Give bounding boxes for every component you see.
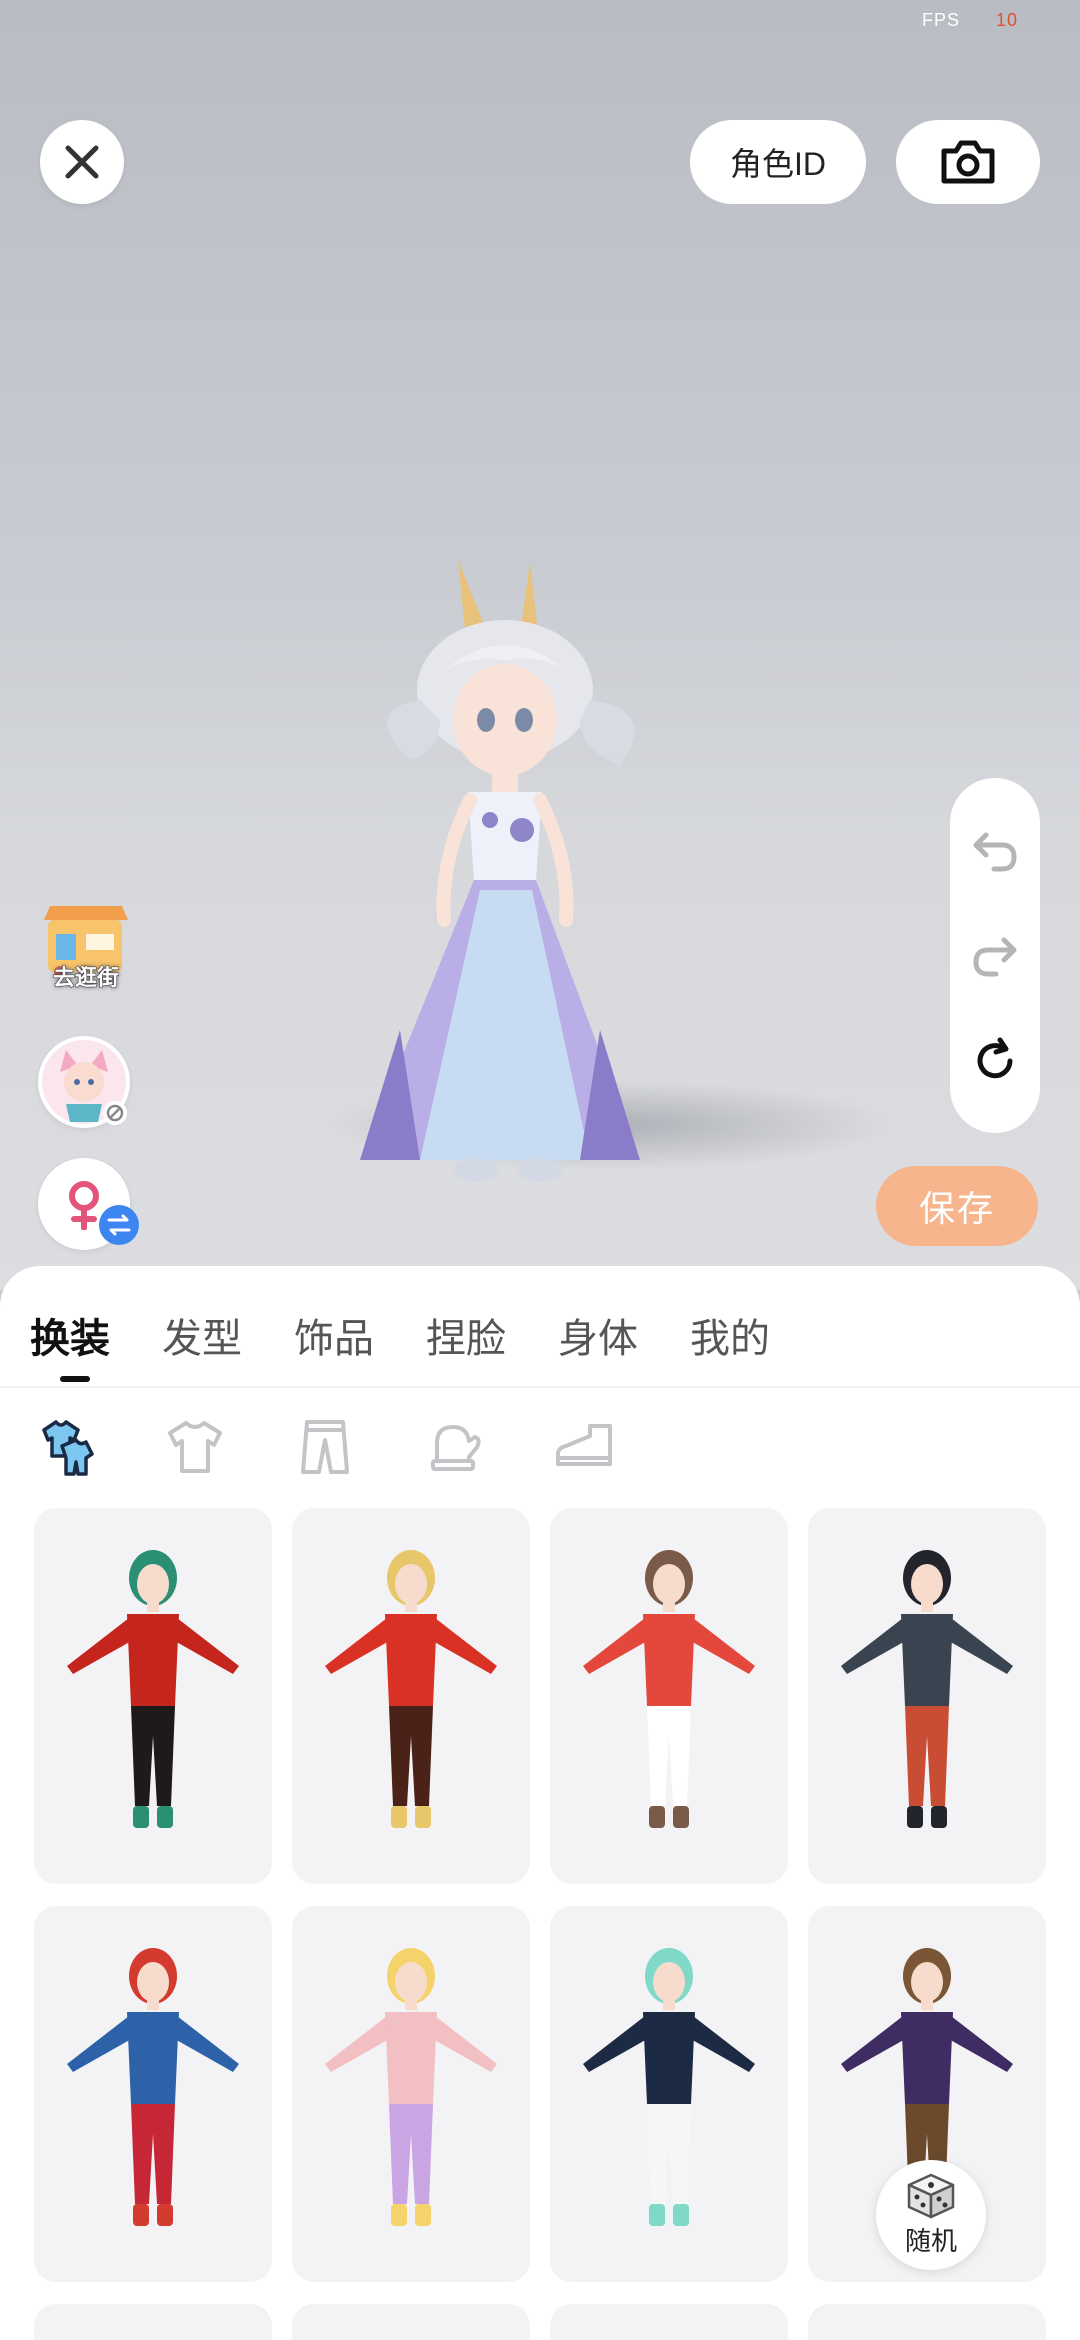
tab-accessories[interactable]: 饰品 — [294, 1306, 374, 1364]
outfit-card-blue-red-hero-outfit[interactable] — [34, 1906, 272, 2282]
tab-mine[interactable]: 我的 — [690, 1306, 770, 1364]
reset-icon — [977, 1037, 1013, 1078]
outfit-card-partial[interactable] — [34, 2304, 272, 2340]
go-shopping-label: 去逛街 — [52, 965, 119, 991]
subtab-full-outfit[interactable] — [34, 1416, 96, 1478]
top-icon — [168, 1421, 222, 1473]
outfit-figure — [67, 1948, 239, 2226]
save-button[interactable]: 保存 — [876, 1166, 1038, 1246]
fps-value: 10 — [995, 10, 1018, 30]
random-outfit-label: 随机 — [904, 2225, 957, 2256]
outfit-figure — [325, 1550, 497, 1828]
camera-icon — [941, 140, 995, 184]
full-outfit-icon — [42, 1420, 94, 1476]
avatar-character[interactable] — [340, 560, 700, 1190]
shoe-icon — [556, 1424, 612, 1466]
tabs-divider — [0, 1386, 1080, 1388]
outfit-grid-next-row — [34, 2304, 1046, 2340]
subtab-pants[interactable] — [294, 1416, 356, 1478]
outfit-figure — [325, 1948, 497, 2226]
outfit-subcategory-tabs — [34, 1416, 616, 1478]
outfit-card-partial[interactable] — [550, 2304, 788, 2340]
tab-face[interactable]: 捏脸 — [426, 1306, 506, 1364]
outfit-card-tracksuit-outfit[interactable] — [550, 1906, 788, 2282]
edit-history-bar — [950, 778, 1040, 1133]
redo-icon — [973, 937, 1017, 976]
category-tabs: 换装 发型 饰品 捏脸 身体 我的 — [30, 1306, 770, 1382]
tab-outfit[interactable]: 换装 — [30, 1306, 110, 1382]
gender-switch-button[interactable] — [38, 1158, 139, 1250]
outfit-card-black-leather-outfit[interactable] — [808, 1508, 1046, 1884]
dice-icon — [907, 2173, 955, 2218]
subtab-gloves[interactable] — [424, 1416, 486, 1478]
outfit-card-partial[interactable] — [808, 2304, 1046, 2340]
camera-button[interactable] — [896, 120, 1040, 204]
fps-counter: FPS 10 — [922, 10, 1018, 31]
tab-body[interactable]: 身体 — [558, 1306, 638, 1364]
outfit-figure — [67, 1550, 239, 1828]
role-id-button[interactable]: 角色ID — [690, 120, 866, 204]
hidden-badge-icon — [103, 1101, 127, 1125]
tab-hairstyle[interactable]: 发型 — [162, 1306, 242, 1364]
outfit-card-red-dress-outfit[interactable] — [292, 1508, 530, 1884]
close-icon — [65, 145, 99, 179]
go-shopping-button[interactable]: 去逛街 — [38, 900, 134, 1004]
undo-button[interactable] — [965, 821, 1025, 881]
subtab-top[interactable] — [164, 1416, 226, 1478]
reset-button[interactable] — [965, 1031, 1025, 1091]
close-button[interactable] — [40, 120, 124, 204]
outfit-card-red-sweater-outfit[interactable] — [550, 1508, 788, 1884]
random-outfit-button[interactable]: 随机 — [876, 2160, 986, 2270]
outfit-figure — [583, 1948, 755, 2226]
pants-icon — [301, 1420, 349, 1474]
undo-icon — [973, 832, 1017, 871]
fps-label: FPS — [921, 10, 960, 30]
character-avatar-button[interactable] — [38, 1036, 130, 1128]
outfit-grid — [34, 1508, 1046, 2282]
avatar-preview-stage[interactable]: FPS 10 角色ID 去逛街 保存 — [0, 0, 1080, 1290]
redo-button[interactable] — [965, 926, 1025, 986]
swap-icon — [99, 1205, 139, 1245]
outfit-card-pink-cat-costume-outfit[interactable] — [292, 1906, 530, 2282]
outfit-card-partial[interactable] — [292, 2304, 530, 2340]
glove-icon — [431, 1425, 481, 1471]
outfit-figure — [841, 1550, 1013, 1828]
subtab-shoes[interactable] — [554, 1416, 616, 1478]
outfit-card-red-gold-hanfu-outfit[interactable] — [34, 1508, 272, 1884]
outfit-figure — [583, 1550, 755, 1828]
